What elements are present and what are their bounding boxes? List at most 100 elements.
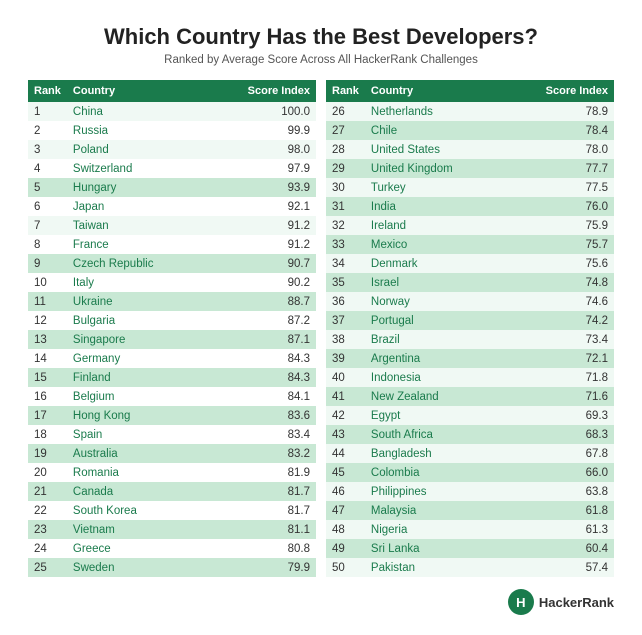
- table-row: 34 Denmark 75.6: [326, 254, 614, 273]
- rank-cell: 10: [28, 273, 67, 292]
- rank-cell: 43: [326, 425, 365, 444]
- tables-wrapper: Rank Country Score Index 1 China 100.0 2…: [28, 80, 614, 577]
- country-cell: Switzerland: [67, 159, 205, 178]
- rank-cell: 34: [326, 254, 365, 273]
- country-cell: Ireland: [365, 216, 504, 235]
- country-cell: Colombia: [365, 463, 504, 482]
- score-cell: 99.9: [205, 121, 316, 140]
- country-cell: Bangladesh: [365, 444, 504, 463]
- score-cell: 73.4: [504, 330, 614, 349]
- left-table: Rank Country Score Index 1 China 100.0 2…: [28, 80, 316, 577]
- table-row: 18 Spain 83.4: [28, 425, 316, 444]
- score-cell: 88.7: [205, 292, 316, 311]
- country-cell: Hong Kong: [67, 406, 205, 425]
- score-cell: 74.6: [504, 292, 614, 311]
- rank-cell: 24: [28, 539, 67, 558]
- footer: H HackerRank: [28, 589, 614, 615]
- rank-cell: 15: [28, 368, 67, 387]
- score-cell: 76.0: [504, 197, 614, 216]
- country-cell: Russia: [67, 121, 205, 140]
- rank-cell: 16: [28, 387, 67, 406]
- right-rank-header: Rank: [326, 80, 365, 102]
- table-row: 30 Turkey 77.5: [326, 178, 614, 197]
- country-cell: Egypt: [365, 406, 504, 425]
- left-rank-header: Rank: [28, 80, 67, 102]
- table-row: 32 Ireland 75.9: [326, 216, 614, 235]
- hackerrank-logo: H HackerRank: [508, 589, 614, 615]
- table-row: 16 Belgium 84.1: [28, 387, 316, 406]
- score-cell: 61.3: [504, 520, 614, 539]
- score-cell: 67.8: [504, 444, 614, 463]
- score-cell: 68.3: [504, 425, 614, 444]
- rank-cell: 6: [28, 197, 67, 216]
- right-table: Rank Country Score Index 26 Netherlands …: [326, 80, 614, 577]
- rank-cell: 8: [28, 235, 67, 254]
- score-cell: 93.9: [205, 178, 316, 197]
- country-cell: Turkey: [365, 178, 504, 197]
- rank-cell: 39: [326, 349, 365, 368]
- table-row: 41 New Zealand 71.6: [326, 387, 614, 406]
- country-cell: Philippines: [365, 482, 504, 501]
- country-cell: Greece: [67, 539, 205, 558]
- rank-cell: 42: [326, 406, 365, 425]
- country-cell: Mexico: [365, 235, 504, 254]
- table-row: 44 Bangladesh 67.8: [326, 444, 614, 463]
- rank-cell: 11: [28, 292, 67, 311]
- country-cell: Belgium: [67, 387, 205, 406]
- score-cell: 80.8: [205, 539, 316, 558]
- table-row: 37 Portugal 74.2: [326, 311, 614, 330]
- score-cell: 60.4: [504, 539, 614, 558]
- rank-cell: 18: [28, 425, 67, 444]
- rank-cell: 7: [28, 216, 67, 235]
- country-cell: Nigeria: [365, 520, 504, 539]
- rank-cell: 22: [28, 501, 67, 520]
- score-cell: 98.0: [205, 140, 316, 159]
- country-cell: Sri Lanka: [365, 539, 504, 558]
- country-cell: Poland: [67, 140, 205, 159]
- table-row: 5 Hungary 93.9: [28, 178, 316, 197]
- table-row: 1 China 100.0: [28, 102, 316, 121]
- table-row: 13 Singapore 87.1: [28, 330, 316, 349]
- score-cell: 74.2: [504, 311, 614, 330]
- table-row: 2 Russia 99.9: [28, 121, 316, 140]
- rank-cell: 23: [28, 520, 67, 539]
- score-cell: 81.7: [205, 482, 316, 501]
- rank-cell: 25: [28, 558, 67, 577]
- table-row: 26 Netherlands 78.9: [326, 102, 614, 121]
- country-cell: Portugal: [365, 311, 504, 330]
- table-row: 14 Germany 84.3: [28, 349, 316, 368]
- rank-cell: 27: [326, 121, 365, 140]
- table-row: 39 Argentina 72.1: [326, 349, 614, 368]
- country-cell: Germany: [67, 349, 205, 368]
- rank-cell: 33: [326, 235, 365, 254]
- country-cell: India: [365, 197, 504, 216]
- rank-cell: 37: [326, 311, 365, 330]
- table-row: 17 Hong Kong 83.6: [28, 406, 316, 425]
- rank-cell: 21: [28, 482, 67, 501]
- rank-cell: 26: [326, 102, 365, 121]
- rank-cell: 2: [28, 121, 67, 140]
- table-row: 10 Italy 90.2: [28, 273, 316, 292]
- table-row: 23 Vietnam 81.1: [28, 520, 316, 539]
- table-row: 33 Mexico 75.7: [326, 235, 614, 254]
- table-row: 38 Brazil 73.4: [326, 330, 614, 349]
- logo-icon: H: [508, 589, 534, 615]
- right-score-header: Score Index: [504, 80, 614, 102]
- rank-cell: 47: [326, 501, 365, 520]
- table-row: 9 Czech Republic 90.7: [28, 254, 316, 273]
- score-cell: 100.0: [205, 102, 316, 121]
- table-row: 48 Nigeria 61.3: [326, 520, 614, 539]
- page-subtitle: Ranked by Average Score Across All Hacke…: [28, 54, 614, 66]
- country-cell: Vietnam: [67, 520, 205, 539]
- score-cell: 75.7: [504, 235, 614, 254]
- country-cell: South Korea: [67, 501, 205, 520]
- table-row: 8 France 91.2: [28, 235, 316, 254]
- country-cell: Netherlands: [365, 102, 504, 121]
- score-cell: 83.4: [205, 425, 316, 444]
- left-score-header: Score Index: [205, 80, 316, 102]
- rank-cell: 5: [28, 178, 67, 197]
- country-cell: Bulgaria: [67, 311, 205, 330]
- score-cell: 78.0: [504, 140, 614, 159]
- rank-cell: 4: [28, 159, 67, 178]
- right-table-container: Rank Country Score Index 26 Netherlands …: [326, 80, 614, 577]
